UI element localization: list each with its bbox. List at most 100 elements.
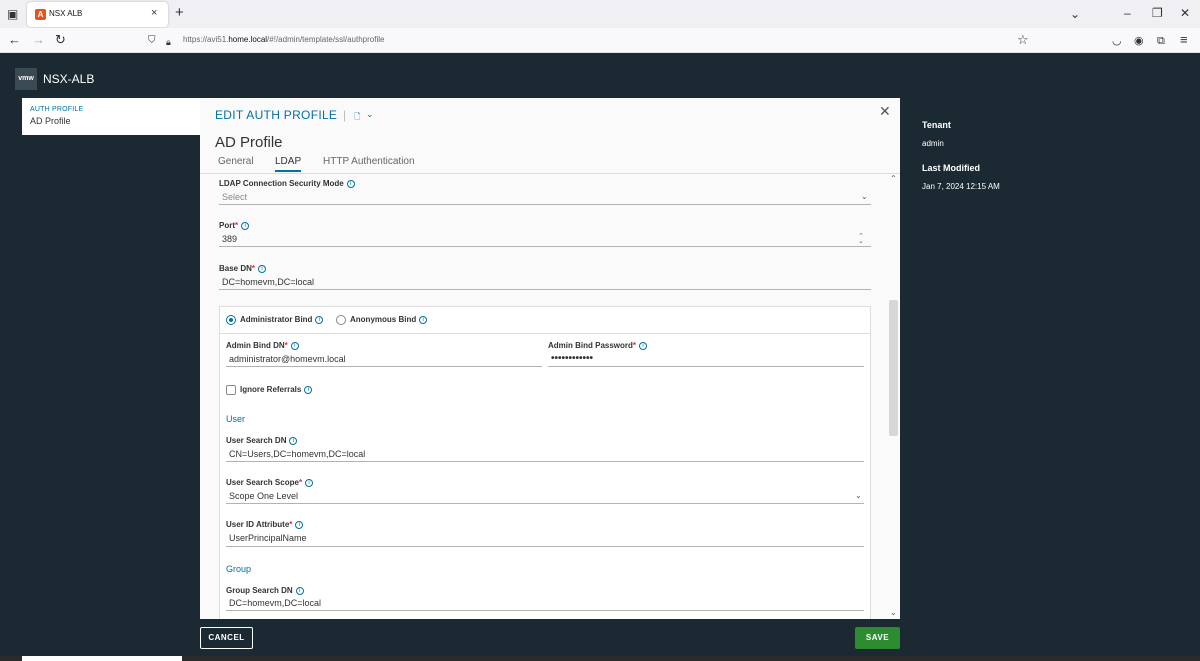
user-search-dn-input[interactable]: CN=Users,DC=homevm,DC=local xyxy=(229,449,365,459)
back-icon[interactable]: ← xyxy=(8,33,21,47)
admin-bind-dn-input[interactable]: administrator@homevm.local xyxy=(229,354,346,364)
chevron-down-icon[interactable]: ⌄ xyxy=(861,192,868,201)
tab-title: NSX ALB xyxy=(49,9,83,18)
admin-bind-password-label: Admin Bind Password* i xyxy=(548,341,648,350)
app-title: NSX-ALB xyxy=(43,72,95,86)
user-search-dn-underline xyxy=(226,461,864,462)
modal-footer: CANCEL SAVE xyxy=(0,619,1200,661)
account-icon[interactable]: ◉ xyxy=(1134,34,1144,48)
bind-settings-panel: Administrator Bind i Anonymous Bind i Admi… xyxy=(219,306,871,619)
tenant-value: admin xyxy=(922,139,944,148)
firefox-view-icon[interactable]: ▣ xyxy=(7,7,18,21)
tenant-label: Tenant xyxy=(922,120,951,130)
port-label: Port* i xyxy=(219,221,250,230)
pocket-icon[interactable]: ◡ xyxy=(1112,34,1122,48)
info-icon[interactable]: i xyxy=(305,478,314,487)
menu-icon[interactable]: ≡ xyxy=(1180,33,1188,47)
bind-type-selector: Administrator Bind i Anonymous Bind i xyxy=(220,307,870,334)
group-search-dn-underline xyxy=(226,610,864,611)
admin-bind-password-input[interactable]: •••••••••••• xyxy=(551,353,593,364)
cancel-button[interactable]: CANCEL xyxy=(200,627,253,649)
tab-close-icon[interactable]: × xyxy=(151,7,157,19)
security-mode-label: LDAP Connection Security Mode i xyxy=(219,179,355,188)
port-stepper[interactable]: ⌃ ⌄ xyxy=(858,233,864,245)
new-tab-button[interactable]: + xyxy=(175,5,184,20)
last-modified-label: Last Modified xyxy=(922,163,980,173)
info-icon[interactable]: i xyxy=(258,264,267,273)
scrollbar-thumb[interactable] xyxy=(889,300,898,436)
info-icon[interactable]: i xyxy=(295,520,304,529)
url-bar[interactable]: https://avi51.home.local/#!/admin/templa… xyxy=(183,35,384,44)
info-icon[interactable]: i xyxy=(289,436,298,445)
forward-icon[interactable]: → xyxy=(32,33,45,47)
tab-http-authentication[interactable]: HTTP Authentication xyxy=(323,156,415,170)
profile-name: AD Profile xyxy=(215,134,283,151)
info-icon[interactable]: i xyxy=(315,315,324,324)
user-search-scope-label: User Search Scope* i xyxy=(226,478,314,487)
scroll-down-icon[interactable]: ⌄ xyxy=(890,608,897,617)
group-search-dn-input[interactable]: DC=homevm,DC=local xyxy=(229,598,321,608)
admin-bind-dn-underline xyxy=(226,366,542,367)
admin-bind-dn-label: Admin Bind DN* i xyxy=(226,341,299,350)
ldap-form: ⌃ ⌄ LDAP Connection Security Mode i Selec… xyxy=(200,174,900,619)
restore-icon[interactable]: ❐ xyxy=(1152,6,1163,20)
vmware-logo: vmw xyxy=(15,68,37,90)
tab-ldap[interactable]: LDAP xyxy=(275,156,302,172)
info-icon[interactable]: i xyxy=(290,341,299,350)
administrator-bind-label: Administrator Bind i xyxy=(240,315,324,324)
close-icon[interactable]: ✕ xyxy=(879,103,891,120)
admin-bind-password-underline xyxy=(548,366,864,367)
info-icon[interactable]: i xyxy=(241,221,250,230)
edit-auth-profile-modal: EDIT AUTH PROFILE | 🗋︎ ⌄ ✕ AD Profile Ge… xyxy=(200,98,900,619)
lock-icon[interactable]: 🔒︎ xyxy=(166,35,171,49)
group-section-title: Group xyxy=(226,564,252,574)
last-modified-value: Jan 7, 2024 12:15 AM xyxy=(922,182,1000,191)
breadcrumb-section[interactable]: AUTH PROFILE xyxy=(30,106,83,113)
user-id-attribute-label: User ID Attribute* i xyxy=(226,520,304,529)
taskbar-search-box[interactable] xyxy=(22,656,182,661)
reload-icon[interactable]: ↻ xyxy=(55,33,66,47)
info-icon[interactable]: i xyxy=(639,341,648,350)
base-dn-label: Base DN* i xyxy=(219,264,267,273)
info-icon[interactable]: i xyxy=(304,385,313,394)
bookmark-star-icon[interactable]: ☆ xyxy=(1017,33,1029,47)
port-input[interactable]: 389 xyxy=(222,234,237,244)
user-search-scope-underline xyxy=(226,503,864,504)
list-tabs-icon[interactable]: ⌄ xyxy=(1070,7,1080,21)
user-id-attribute-underline xyxy=(226,546,864,547)
tab-general[interactable]: General xyxy=(218,156,254,170)
browser-tab[interactable]: A NSX ALB × xyxy=(27,2,168,27)
administrator-bind-radio[interactable] xyxy=(226,315,236,325)
user-search-dn-label: User Search DN i xyxy=(226,436,298,445)
shield-icon[interactable]: ⛉ xyxy=(148,34,156,48)
breadcrumb-item: AD Profile xyxy=(30,116,71,126)
chevron-down-icon[interactable]: ⌄ xyxy=(366,109,374,120)
security-mode-underline xyxy=(219,204,871,205)
info-icon[interactable]: i xyxy=(419,315,428,324)
minimize-icon[interactable]: – xyxy=(1124,6,1131,20)
base-dn-input[interactable]: DC=homevm,DC=local xyxy=(222,277,314,287)
title-separator: | xyxy=(343,108,347,122)
save-button[interactable]: SAVE xyxy=(855,627,900,649)
ignore-referrals-label: Ignore Referrals i xyxy=(240,385,313,394)
info-icon[interactable]: i xyxy=(295,586,304,595)
modal-title: EDIT AUTH PROFILE xyxy=(215,108,338,122)
chevron-down-icon[interactable]: ⌄ xyxy=(855,491,862,500)
document-icon[interactable]: 🗋︎ xyxy=(354,111,360,125)
anonymous-bind-label: Anonymous Bind i xyxy=(350,315,428,324)
security-mode-select[interactable]: Select xyxy=(222,192,247,202)
anonymous-bind-radio[interactable] xyxy=(336,315,346,325)
scroll-up-icon[interactable]: ⌃ xyxy=(890,174,897,183)
user-id-attribute-input[interactable]: UserPrincipalName xyxy=(229,533,307,543)
info-icon[interactable]: i xyxy=(346,179,355,188)
user-search-scope-select[interactable]: Scope One Level xyxy=(229,491,298,501)
extensions-icon[interactable]: ⧉ xyxy=(1157,34,1165,48)
window-close-icon[interactable]: ✕ xyxy=(1180,6,1190,20)
breadcrumb: AUTH PROFILE AD Profile xyxy=(22,98,200,135)
port-underline xyxy=(219,246,871,247)
base-dn-underline xyxy=(219,289,871,290)
ignore-referrals-checkbox[interactable] xyxy=(226,385,236,395)
modal-tabs: General LDAP HTTP Authentication xyxy=(200,156,900,172)
browser-nav-bar: ← → ↻ ⛉ 🔒︎ https://avi51.home.local/#!/a… xyxy=(0,28,1200,53)
group-search-dn-label: Group Search DN i xyxy=(226,586,304,595)
